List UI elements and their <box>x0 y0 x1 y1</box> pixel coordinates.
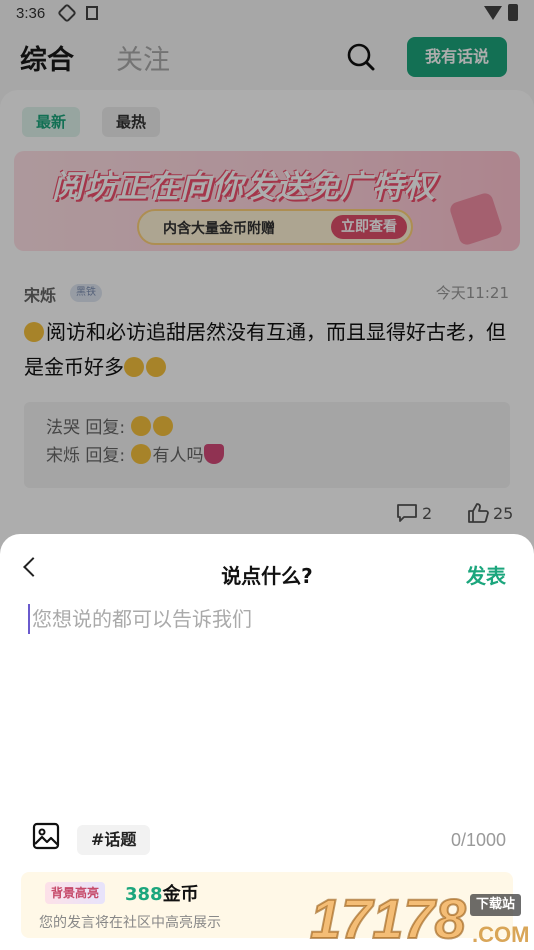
coin-amount: 388 <box>125 884 163 905</box>
char-counter: 0/1000 <box>450 830 506 850</box>
highlight-desc: 您的发言将在社区中高亮展示 <box>39 915 221 931</box>
highlight-badge: 背景高亮 <box>45 882 106 904</box>
compose-input[interactable] <box>28 604 508 634</box>
publish-button[interactable]: 发表 <box>466 560 506 589</box>
watermark-number: 17178 <box>309 886 467 950</box>
watermark-domain: .COM <box>472 922 530 947</box>
watermark-logo: 17178 下载站 .COM <box>309 884 534 950</box>
coin-unit: 金币 <box>162 884 199 905</box>
image-icon[interactable] <box>32 822 60 850</box>
highlight-cost: 388金币 <box>125 880 199 906</box>
watermark-tag: 下载站 <box>470 894 522 916</box>
topic-button[interactable]: #话题 <box>77 825 151 855</box>
sheet-title: 说点什么? <box>221 564 313 588</box>
